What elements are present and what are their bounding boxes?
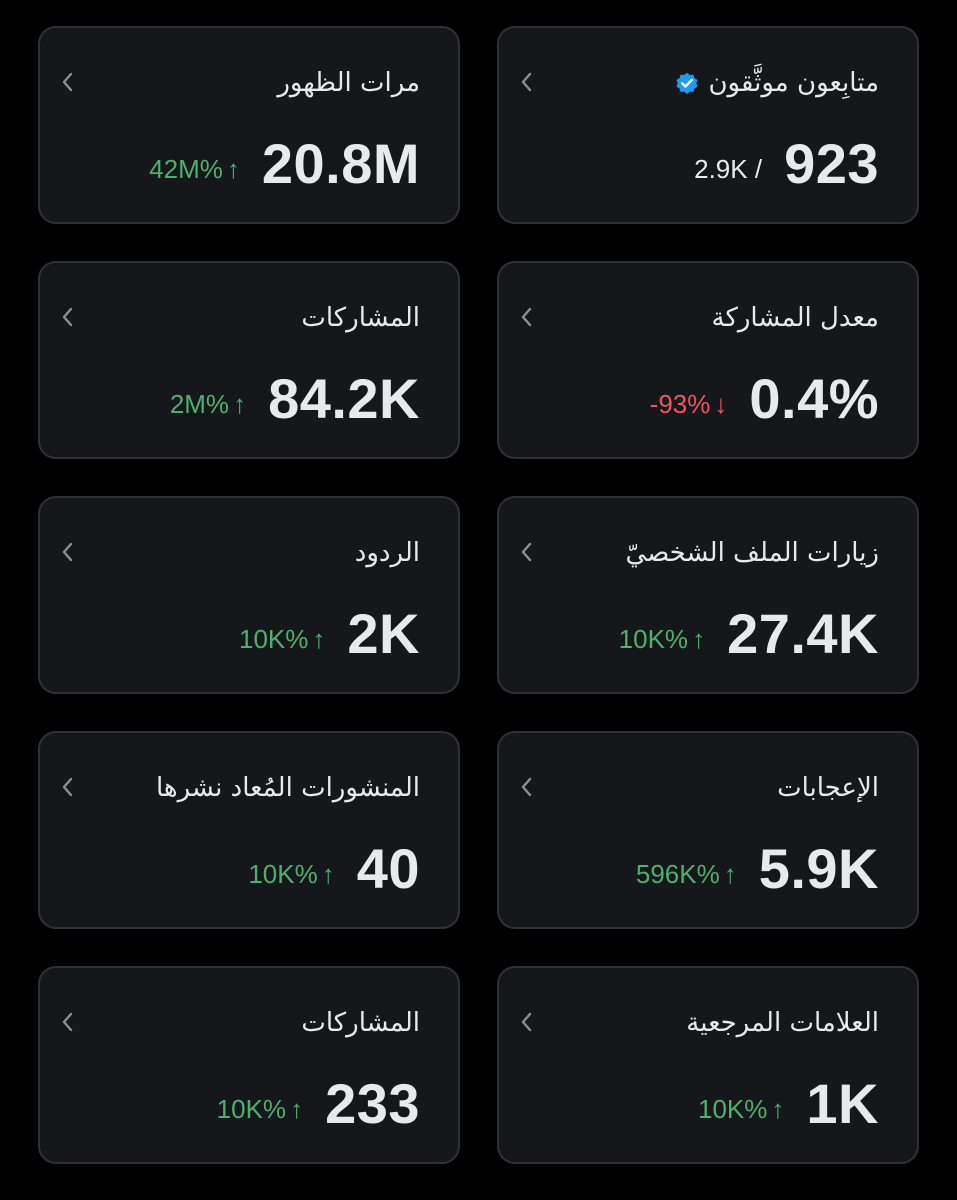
metric-value: 40 [356,837,420,900]
value-row: 42M% ↑ 20.8M [149,132,420,196]
change-indicator: -93% ↓ [650,389,728,419]
metric-value: 84.2K [268,367,420,430]
chevron-left-icon [521,1012,532,1032]
card-title: مرات الظهور [277,68,420,98]
arrow-down-icon: ↓ [714,389,728,419]
verified-badge-icon [676,72,698,94]
analytics-grid: مرات الظهور 42M% ↑ 20.8M متابِعون موثَّق… [38,26,919,1164]
metric-value: 1K [806,1072,879,1135]
chevron-left-icon [521,72,532,92]
arrow-up-icon: ↑ [723,859,737,889]
metric-value: 20.8M [261,132,420,195]
arrow-up-icon: ↑ [233,389,247,419]
chevron-left-icon [62,72,73,92]
replies-card[interactable]: الردود 10K% ↑ 2K [38,496,460,694]
card-title: متابِعون موثَّقون [674,66,879,100]
chevron-left-icon [62,542,73,562]
value-row: 10K% ↑ 2K [239,602,420,666]
total-followers: 2.9K / [694,154,763,184]
card-title: زيارات الملف الشخصيّ [625,538,879,568]
change-value: -93% [649,389,711,419]
change-indicator: 596K% ↑ [636,859,737,889]
reposts-card[interactable]: المنشورات المُعاد نشرها 10K% ↑ 40 [38,731,460,929]
chevron-left-icon [62,307,73,327]
change-value: 42M% [149,154,223,184]
arrow-up-icon: ↑ [692,624,706,654]
value-row: 10K% ↑ 27.4K [619,602,879,666]
change-indicator: 10K% ↑ [248,859,334,889]
card-title: الردود [354,538,420,568]
card-title: المشاركات [301,1008,420,1038]
metric-value: 0.4% [749,367,879,430]
metric-value: 2K [347,602,420,665]
impressions-card[interactable]: مرات الظهور 42M% ↑ 20.8M [38,26,460,224]
change-indicator: 10K% ↑ [698,1094,784,1124]
change-value: 10K% [216,1094,287,1124]
chevron-left-icon [521,307,532,327]
card-title: الإعجابات [777,773,879,803]
arrow-up-icon: ↑ [312,624,326,654]
chevron-left-icon [62,1012,73,1032]
value-row: 10K% ↑ 40 [248,837,420,901]
change-value: 10K% [248,859,318,889]
change-value: 10K% [698,1094,768,1124]
value-row: 596K% ↑ 5.9K [636,837,879,901]
metric-value: 27.4K [727,602,879,665]
value-row: 10K% ↑ 1K [698,1072,879,1136]
arrow-up-icon: ↑ [771,1094,785,1124]
arrow-up-icon: ↑ [321,859,335,889]
shares-card[interactable]: المشاركات 10K% ↑ 233 [38,966,460,1164]
engagement-rate-card[interactable]: معدل المشاركة -93% ↓ 0.4% [497,261,919,459]
change-value: 10K% [239,624,309,654]
change-value: 10K% [618,624,689,654]
change-value: 2M% [169,389,230,419]
card-title: المشاركات [301,303,420,333]
chevron-left-icon [62,777,73,797]
card-title: معدل المشاركة [711,303,879,333]
metric-value: 233 [325,1072,420,1135]
change-indicator: 2M% ↑ [170,389,246,419]
arrow-up-icon: ↑ [226,154,240,184]
change-indicator: 42M% ↑ [149,154,240,184]
chevron-left-icon [521,542,532,562]
change-indicator: 10K% ↑ [239,624,325,654]
card-title: العلامات المرجعية [686,1008,879,1038]
metric-value: 923 [784,132,879,195]
card-title: المنشورات المُعاد نشرها [155,773,420,803]
verified-followers-card[interactable]: متابِعون موثَّقون 2.9K / 923 [497,26,919,224]
value-row: 10K% ↑ 233 [217,1072,420,1136]
card-title-text: متابِعون موثَّقون [708,68,879,98]
change-indicator: 10K% ↑ [619,624,705,654]
chevron-left-icon [521,777,532,797]
metric-value: 5.9K [758,837,879,900]
change-indicator: 10K% ↑ [217,1094,303,1124]
arrow-up-icon: ↑ [290,1094,304,1124]
value-row: 2M% ↑ 84.2K [170,367,420,431]
bookmarks-card[interactable]: العلامات المرجعية 10K% ↑ 1K [497,966,919,1164]
likes-card[interactable]: الإعجابات 596K% ↑ 5.9K [497,731,919,929]
value-row: 2.9K / 923 [694,132,879,196]
engagements-card[interactable]: المشاركات 2M% ↑ 84.2K [38,261,460,459]
profile-visits-card[interactable]: زيارات الملف الشخصيّ 10K% ↑ 27.4K [497,496,919,694]
change-value: 596K% [635,859,720,889]
value-row: -93% ↓ 0.4% [650,367,879,431]
